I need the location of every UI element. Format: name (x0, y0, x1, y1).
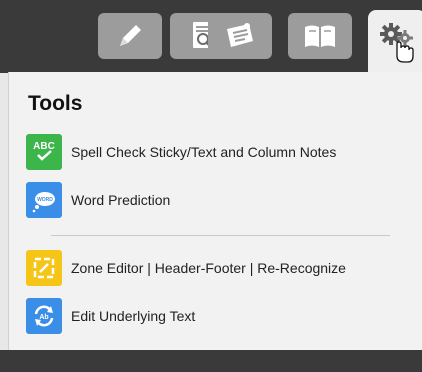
toolbar (0, 0, 422, 73)
edit-underlying-text-label: Edit Underlying Text (71, 308, 196, 324)
panel-title: Tools (28, 92, 83, 115)
svg-text:ABC: ABC (33, 141, 55, 152)
tab-book[interactable] (288, 13, 352, 59)
zone-editor-label: Zone Editor | Header-Footer | Re-Recogni… (71, 260, 346, 276)
svg-text:WORD: WORD (37, 197, 53, 203)
svg-text:Ab: Ab (39, 314, 48, 321)
tab-tools[interactable] (368, 10, 422, 73)
tab-pencil[interactable] (98, 13, 162, 59)
edit-underlying-text-item[interactable]: Ab Edit Underlying Text (26, 298, 416, 334)
zone-editor-icon (26, 250, 62, 286)
gears-icon (380, 22, 414, 63)
tools-panel: Tools ABC Spell Check Sticky/Text and Co… (8, 72, 422, 350)
book-icon (305, 25, 335, 47)
edit-text-icon: Ab (26, 298, 62, 334)
sticky-note-icon (227, 23, 253, 47)
divider (51, 235, 390, 236)
tab-sticky-note[interactable] (208, 13, 272, 59)
word-prediction-item[interactable]: WORD Word Prediction (26, 182, 416, 218)
pencil-icon (120, 25, 141, 46)
word-prediction-label: Word Prediction (71, 192, 171, 208)
spell-check-label: Spell Check Sticky/Text and Column Notes (71, 144, 337, 160)
spell-check-item[interactable]: ABC Spell Check Sticky/Text and Column N… (26, 134, 416, 170)
bottom-strip (0, 350, 422, 372)
zone-editor-item[interactable]: Zone Editor | Header-Footer | Re-Recogni… (26, 250, 416, 286)
spell-check-icon: ABC (26, 134, 62, 170)
word-prediction-icon: WORD (26, 182, 62, 218)
